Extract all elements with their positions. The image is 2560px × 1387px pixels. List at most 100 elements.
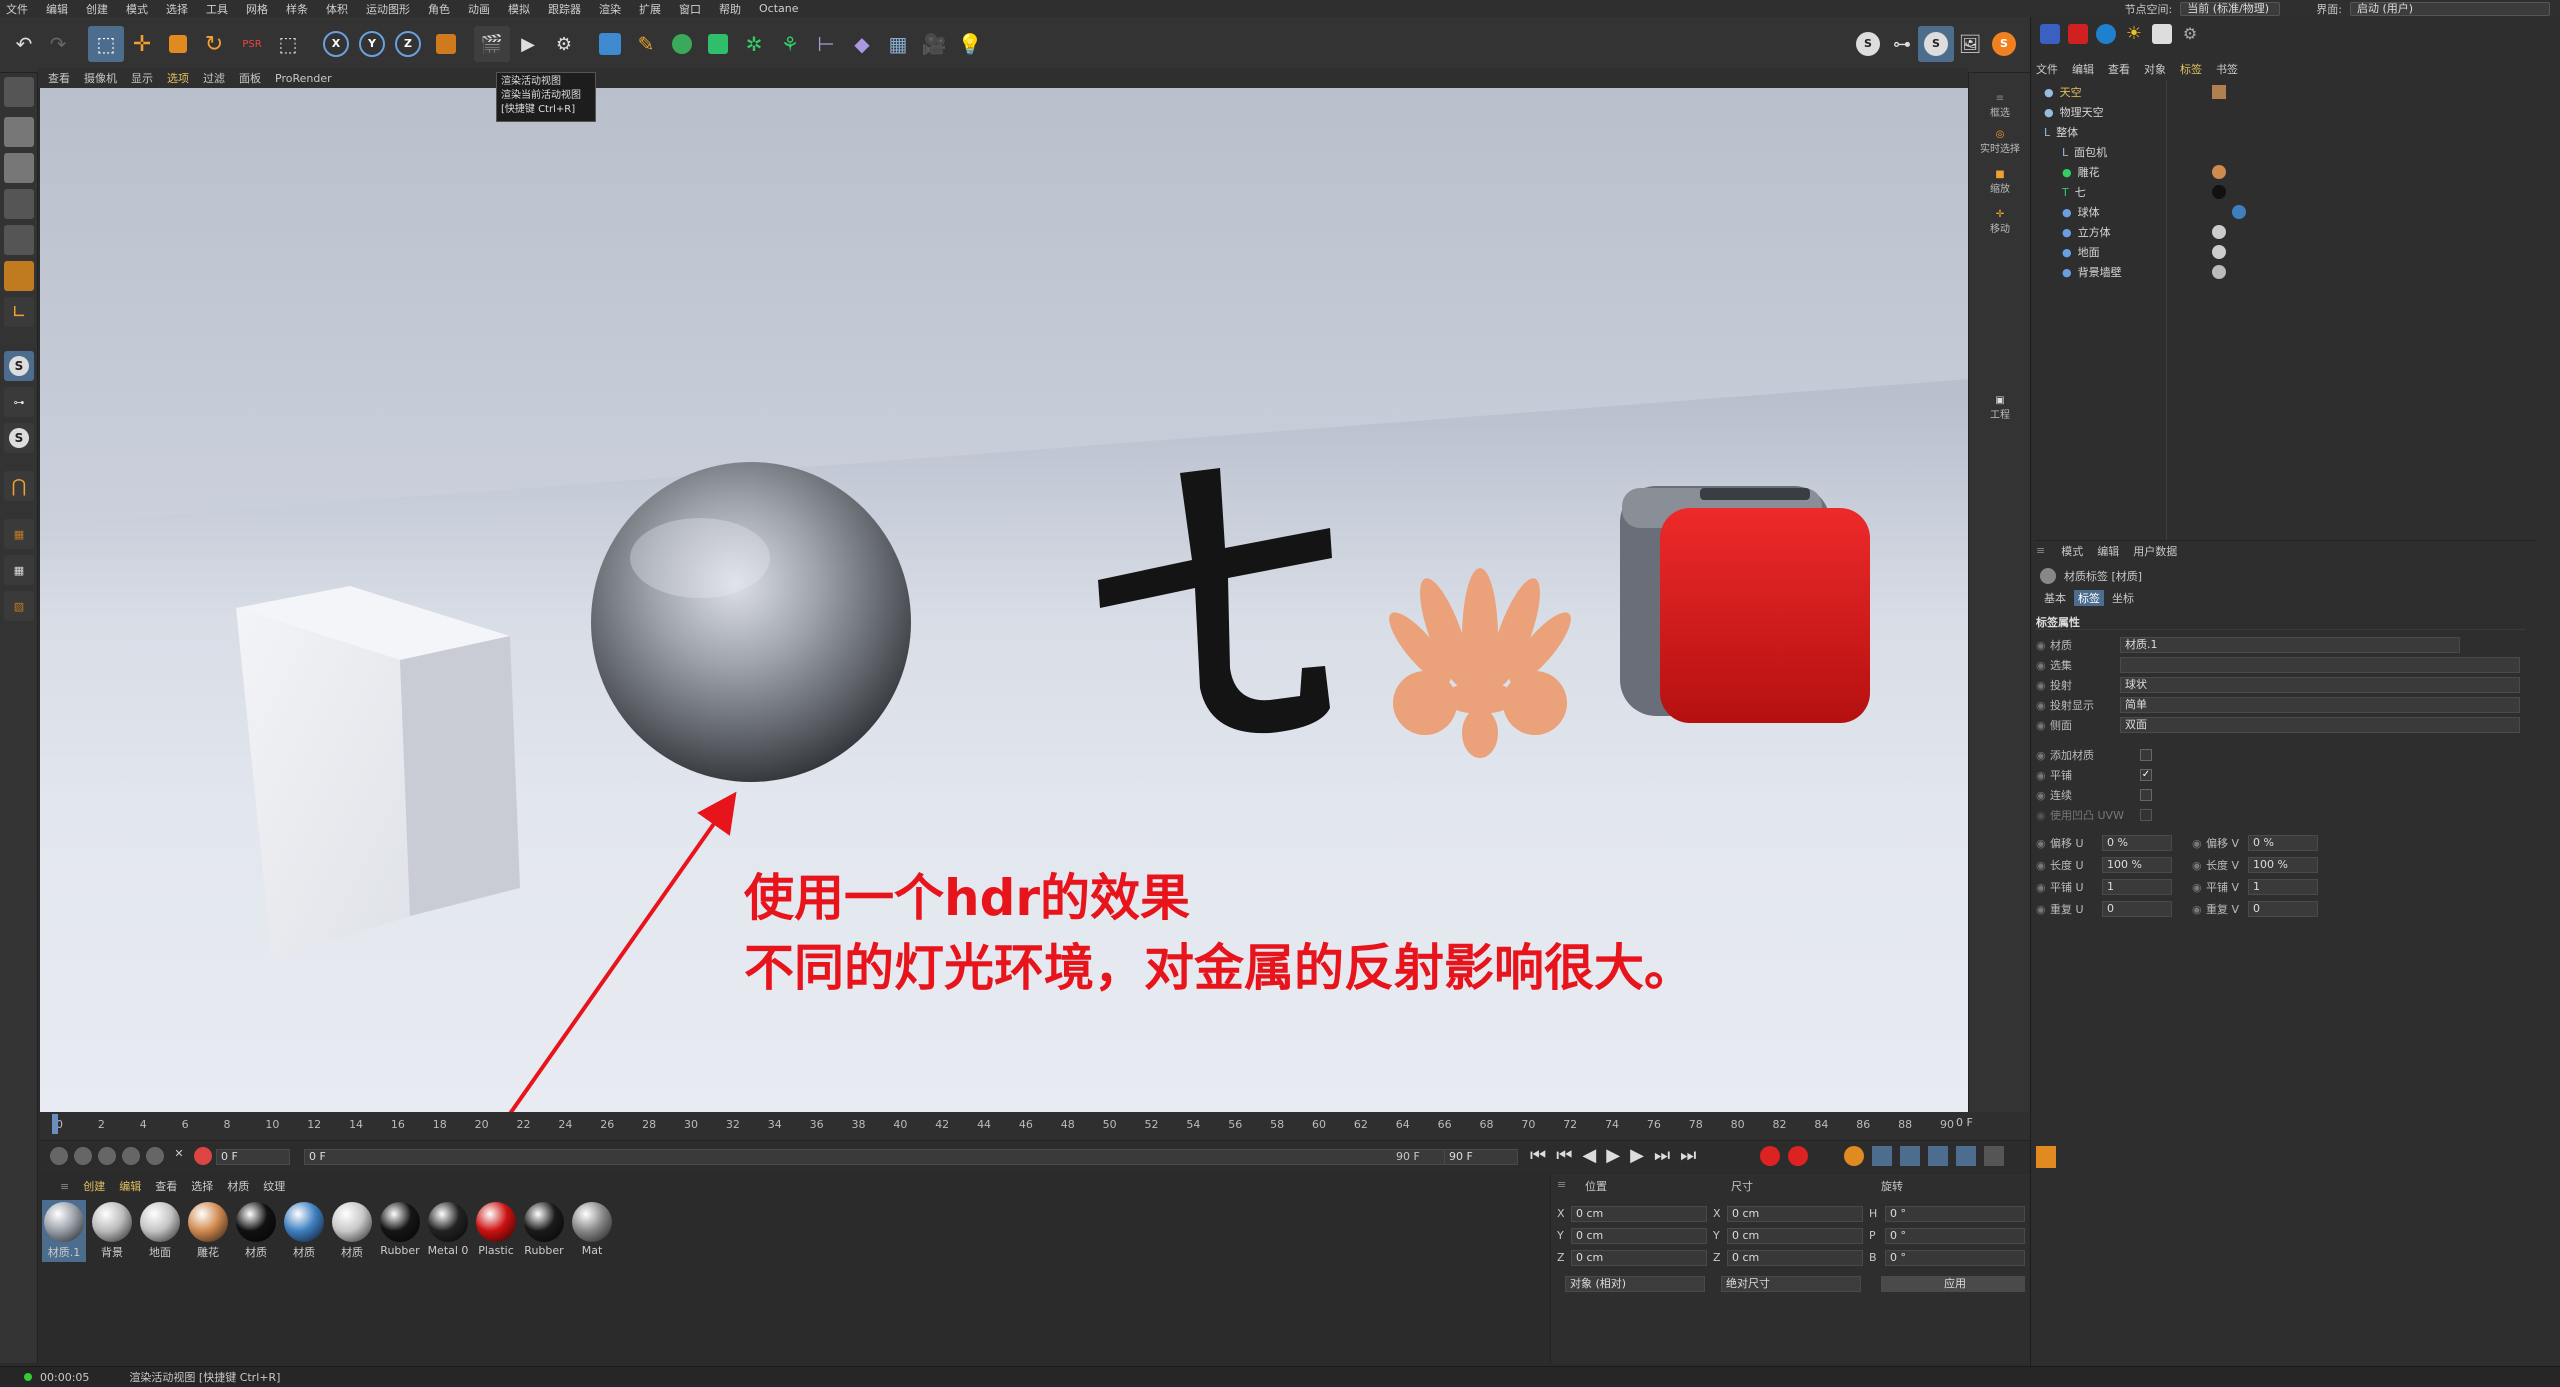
key-param-icon[interactable] (1956, 1146, 1976, 1166)
material-swatch[interactable]: 材质.1 (42, 1200, 86, 1262)
undo-icon[interactable]: ↶ (6, 26, 42, 62)
om-menu-file[interactable]: 文件 (2036, 61, 2058, 77)
menu-simulate[interactable]: 模拟 (508, 1, 530, 17)
add-material-checkbox[interactable] (2140, 749, 2152, 761)
p-rotation-field[interactable]: 0 ° (1885, 1228, 2025, 1244)
record-icon[interactable] (194, 1147, 212, 1165)
plugin-s-left-icon[interactable]: S (4, 423, 34, 453)
menu-help[interactable]: 帮助 (719, 1, 741, 17)
snap-s-icon[interactable]: S (4, 351, 34, 381)
mm-menu-material[interactable]: 材质 (227, 1178, 249, 1194)
playhead[interactable] (52, 1114, 58, 1134)
menu-tracker[interactable]: 跟踪器 (548, 1, 581, 17)
make-editable-icon[interactable] (4, 77, 34, 107)
tile-checkbox[interactable]: ✓ (2140, 769, 2152, 781)
image-icon[interactable]: 🖼 (1952, 26, 1988, 62)
octane-settings-icon[interactable]: ⚙ (2180, 24, 2200, 44)
menu-file[interactable]: 文件 (6, 1, 28, 17)
viewport-menu-options[interactable]: 选项 (167, 70, 189, 86)
scale-key-icon[interactable] (122, 1147, 140, 1165)
cube-material-tag[interactable] (2212, 225, 2226, 239)
menu-window[interactable]: 窗口 (679, 1, 701, 17)
material-swatch[interactable]: 材质 (330, 1200, 374, 1262)
material-swatch[interactable]: Rubber (378, 1200, 422, 1262)
render-settings-icon[interactable]: ⚙ (546, 26, 582, 62)
box-select-button[interactable]: ≡ 框选 (1969, 93, 2031, 119)
extrude-icon[interactable] (700, 26, 736, 62)
object-row-floor[interactable]: ● 地面 (2036, 242, 2536, 262)
menu-tools[interactable]: 工具 (206, 1, 228, 17)
octane-render-icon[interactable] (2068, 24, 2088, 44)
recent-tools-icon[interactable]: PSR (234, 26, 270, 62)
menu-select[interactable]: 选择 (166, 1, 188, 17)
object-row-toaster[interactable]: L 面包机 (2036, 142, 2536, 162)
object-row-seven[interactable]: T七 (2036, 182, 2536, 202)
model-mode-icon[interactable] (4, 117, 34, 147)
wall-material-tag[interactable] (2212, 265, 2226, 279)
mm-menu-select[interactable]: 选择 (191, 1178, 213, 1194)
timeline-layout-icon[interactable] (2036, 1146, 2056, 1168)
sky-tag-icon[interactable] (2212, 85, 2226, 99)
mm-menu-create[interactable]: 创建 (83, 1178, 105, 1194)
tab-coordinates[interactable]: 坐标 (2108, 590, 2138, 606)
magnet-icon[interactable]: ⋂ (4, 471, 34, 501)
key-sel-icon[interactable] (1844, 1146, 1864, 1166)
z-axis-icon[interactable]: Z (390, 26, 426, 62)
y-position-field[interactable]: 0 cm (1571, 1228, 1707, 1244)
viewport-menu-display[interactable]: 显示 (131, 70, 153, 86)
play-icon[interactable]: ▶ (1606, 1145, 1620, 1166)
interface-dropdown[interactable]: 启动 (用户) (2350, 2, 2550, 16)
x-size-field[interactable]: 0 cm (1727, 1206, 1863, 1222)
3d-viewport[interactable]: 使用一个hdr的效果 不同的灯光环境，对金属的反射影响很大。 (40, 88, 1968, 1112)
attr-menu-edit[interactable]: 编辑 (2097, 543, 2119, 559)
scale-tool-icon[interactable] (160, 26, 196, 62)
projection-dropdown[interactable]: 球状 (2120, 677, 2520, 693)
ornament-material-tag[interactable] (2212, 165, 2226, 179)
seamless-checkbox[interactable] (2140, 789, 2152, 801)
x-axis-icon[interactable]: X (318, 26, 354, 62)
viewport-menu-filter[interactable]: 过滤 (203, 70, 225, 86)
plugin-s-icon[interactable]: S (1850, 26, 1886, 62)
start-frame-field[interactable]: 0 F (216, 1149, 290, 1165)
floor-icon[interactable]: ▦ (880, 26, 916, 62)
key-rot-icon[interactable] (1928, 1146, 1948, 1166)
field-icon[interactable]: ◆ (844, 26, 880, 62)
attr-menu-userdata[interactable]: 用户数据 (2133, 543, 2177, 559)
move-tool-icon[interactable]: ✛ (124, 26, 160, 62)
menu-mode[interactable]: 模式 (126, 1, 148, 17)
material-swatch[interactable]: Metal 0 (426, 1200, 470, 1262)
timeline-ruler[interactable]: 0 2 4 6 8 10 12 14 16 18 20 22 24 26 28 30 32 34 36 38 40 42 4… (40, 1112, 2030, 1140)
render-picture-viewer-icon[interactable]: ▶ (510, 26, 546, 62)
auto-key-icon[interactable] (1788, 1146, 1808, 1166)
menu-volume[interactable]: 体积 (326, 1, 348, 17)
grid-snap-icon[interactable]: ▦ (4, 555, 34, 585)
object-row-ornament[interactable]: ● 雕花 (2036, 162, 2536, 182)
object-row-sky[interactable]: ● 天空 (2036, 82, 2536, 102)
viewport-menu-view[interactable]: 查看 (48, 70, 70, 86)
menu-render[interactable]: 渲染 (599, 1, 621, 17)
octane-environment-icon[interactable] (2152, 24, 2172, 44)
plugin-hierarchy-icon[interactable]: ⊶ (4, 387, 34, 417)
viewport-menu-prorender[interactable]: ProRender (275, 72, 332, 85)
length-v-field[interactable]: 100 % (2248, 857, 2318, 873)
tiles-v-field[interactable]: 1 (2248, 879, 2318, 895)
rotate-tool-icon[interactable]: ↻ (196, 26, 232, 62)
octane-sun-icon[interactable]: ☀ (2124, 24, 2144, 44)
keyframe-sel-icon[interactable] (50, 1147, 68, 1165)
menu-mograph[interactable]: 运动图形 (366, 1, 410, 17)
plugin-s3-icon[interactable]: S (1986, 26, 2022, 62)
coordinate-system-icon[interactable] (428, 26, 464, 62)
plugin-s2-icon[interactable]: S (1918, 26, 1954, 62)
om-menu-view[interactable]: 查看 (2108, 61, 2130, 77)
material-swatch[interactable]: 地面 (138, 1200, 182, 1262)
material-swatch[interactable]: 材质 (234, 1200, 278, 1262)
seven-material-tag[interactable] (2212, 185, 2226, 199)
axis-mode-icon[interactable]: ∟ (4, 297, 34, 327)
key-pos-icon[interactable] (1872, 1146, 1892, 1166)
om-menu-bookmarks[interactable]: 书签 (2216, 61, 2238, 77)
apply-button[interactable]: 应用 (1881, 1276, 2025, 1292)
effector-icon[interactable]: ⚘ (772, 26, 808, 62)
material-swatch[interactable]: Mat (570, 1200, 614, 1262)
polygons-mode-icon[interactable] (4, 261, 34, 291)
material-swatch[interactable]: Plastic (474, 1200, 518, 1262)
